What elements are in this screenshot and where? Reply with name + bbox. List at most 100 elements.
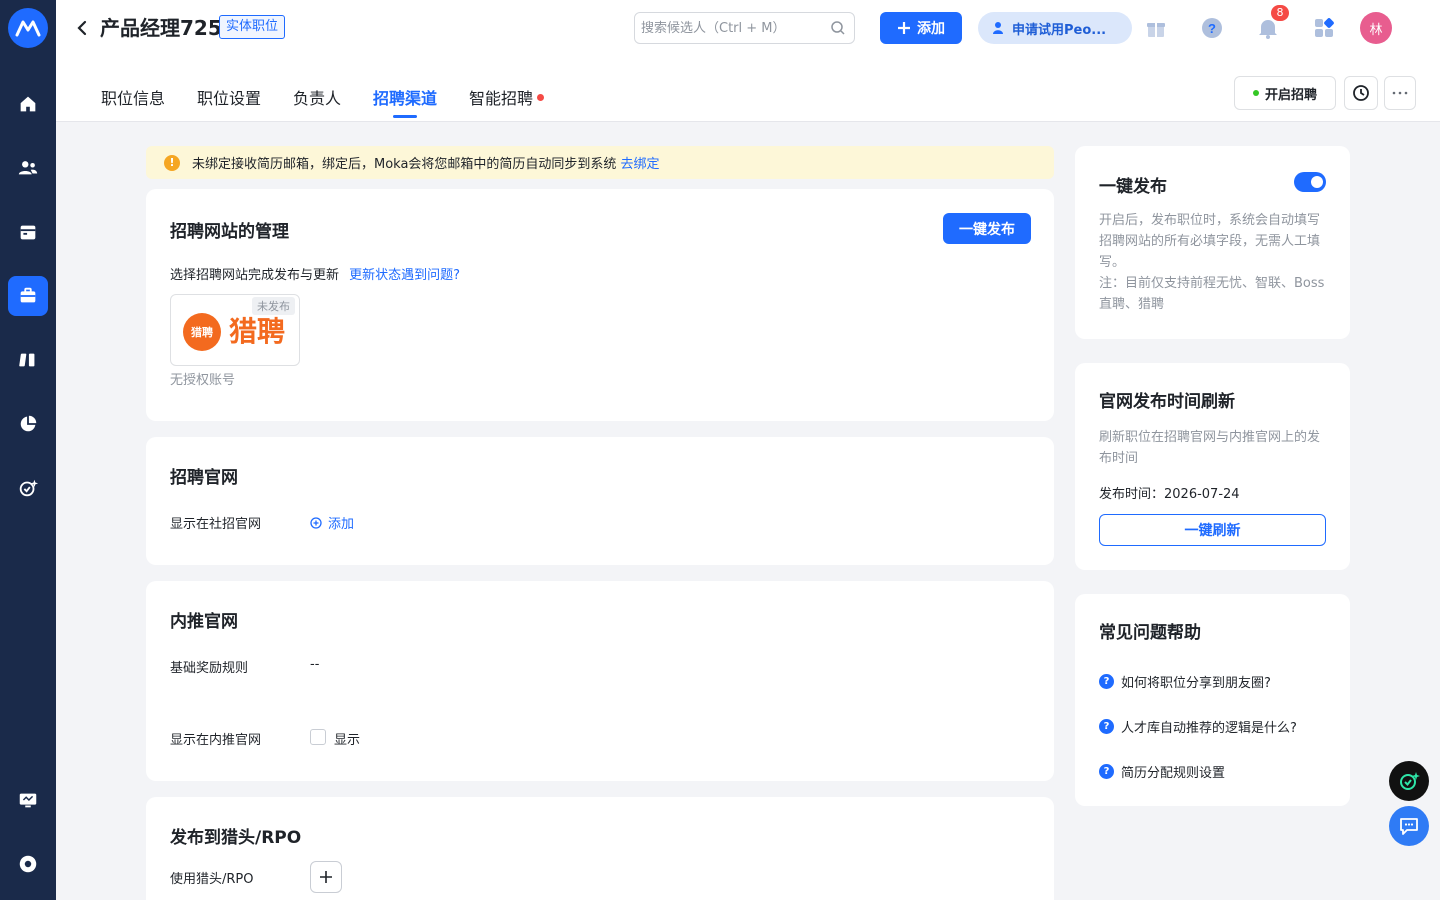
start-recruit-button[interactable]: 开启招聘: [1234, 76, 1336, 110]
faq-item-text: 简历分配规则设置: [1121, 766, 1226, 781]
apps-grid-icon[interactable]: [1310, 14, 1338, 42]
question-icon: ?: [1099, 674, 1114, 689]
user-plus-icon: [993, 22, 1003, 34]
nav-reports-icon[interactable]: [8, 404, 48, 444]
moka-logo[interactable]: [8, 8, 48, 48]
referral-show-label: 显示在内推官网: [170, 733, 262, 748]
more-icon: [1392, 91, 1408, 95]
referral-show-checkbox[interactable]: [310, 729, 326, 745]
tab-smart-recruit-label: 智能招聘: [469, 89, 534, 108]
plus-icon: [898, 22, 910, 34]
site-management-title: 招聘网站的管理: [170, 222, 289, 242]
one-click-publish-title: 一键发布: [1099, 177, 1167, 197]
publish-time-refresh-card: 官网发布时间刷新 刷新职位在招聘官网与内推官网上的发布时间 发布时间：2026-…: [1075, 363, 1350, 570]
update-help-link[interactable]: 更新状态遇到问题?: [349, 268, 460, 283]
top-bar: 产品经理725 实体职位 添加 申请试用Peo... ? 8 林: [56, 0, 1440, 56]
one-click-publish-toggle[interactable]: [1294, 172, 1326, 192]
referral-show-option: 显示: [334, 733, 361, 748]
warning-icon: !: [164, 154, 180, 171]
notification-count-badge: 8: [1271, 5, 1289, 21]
liepin-logo-icon: 猎聘: [183, 313, 221, 351]
question-icon: ?: [1099, 764, 1114, 779]
referral-site-card: 内推官网 基础奖励规则 -- 显示在内推官网 显示: [146, 581, 1054, 781]
official-site-add-label: 添加: [328, 517, 355, 532]
question-icon: ?: [1099, 719, 1114, 734]
official-site-add-button[interactable]: 添加: [310, 513, 354, 532]
history-button[interactable]: [1344, 76, 1378, 110]
tab-channels[interactable]: 招聘渠道: [373, 88, 437, 118]
help-icon[interactable]: ?: [1198, 14, 1226, 42]
tab-owner[interactable]: 负责人: [293, 88, 341, 110]
nav-ai-icon[interactable]: [8, 468, 48, 508]
search-input[interactable]: [635, 13, 815, 43]
add-button-label: 添加: [917, 21, 945, 37]
plus-circle-icon: [310, 516, 322, 529]
ai-assistant-button[interactable]: [1389, 761, 1429, 801]
one-click-refresh-button[interactable]: 一键刷新: [1099, 514, 1326, 546]
site-desc-text: 选择招聘网站完成发布与更新: [170, 268, 340, 283]
nav-calendar-icon[interactable]: [8, 212, 48, 252]
official-site-title: 招聘官网: [170, 468, 238, 488]
candidate-search[interactable]: [634, 12, 855, 44]
ai-sparkle-icon: [1400, 772, 1420, 790]
faq-title: 常见问题帮助: [1099, 623, 1201, 643]
moka-logo-icon: [15, 20, 41, 37]
official-site-label: 显示在社招官网: [170, 517, 262, 532]
liepin-site-card[interactable]: 猎聘 猎聘 未发布: [170, 294, 300, 366]
liepin-logo-text: 猎聘: [229, 315, 286, 348]
one-click-publish-desc: 开启后，发布职位时，系统会自动填写招聘网站的所有必填字段，无需人工填写。 注：目…: [1099, 210, 1329, 315]
gift-icon[interactable]: [1142, 14, 1170, 42]
email-bind-alert: ! 未绑定接收简历邮箱，绑定后，Moka会将您邮箱中的简历自动同步到系统 去绑定: [146, 146, 1054, 179]
site-management-desc: 选择招聘网站完成发布与更新 更新状态遇到问题?: [170, 264, 460, 283]
site-status-badge: 未发布: [252, 297, 295, 315]
nav-settings-icon[interactable]: [8, 844, 48, 884]
clock-icon: [1353, 85, 1369, 101]
tab-smart-recruit[interactable]: 智能招聘: [469, 88, 545, 110]
one-click-note-text: 注：目前仅支持前程无忧、智联、Boss直聘、猎聘: [1099, 276, 1325, 312]
headhunter-label: 使用猎头/RPO: [170, 872, 254, 887]
search-icon: [831, 21, 845, 35]
site-management-card: 招聘网站的管理 一键发布 选择招聘网站完成发布与更新 更新状态遇到问题? 猎聘 …: [146, 189, 1054, 421]
refresh-title: 官网发布时间刷新: [1099, 392, 1235, 412]
official-site-card: 招聘官网 显示在社招官网 添加: [146, 437, 1054, 565]
more-button[interactable]: [1384, 76, 1416, 110]
back-icon[interactable]: [74, 16, 90, 40]
job-type-tag: 实体职位: [219, 15, 286, 39]
job-title: 产品经理725: [100, 16, 222, 40]
new-dot: [537, 94, 545, 101]
status-dot: [1252, 90, 1259, 96]
add-button[interactable]: 添加: [880, 12, 962, 44]
chat-support-button[interactable]: [1389, 806, 1429, 846]
plus-icon: [320, 871, 332, 883]
svg-text:?: ?: [1208, 21, 1216, 36]
faq-item[interactable]: ? 简历分配规则设置: [1099, 762, 1225, 781]
faq-item-text: 人才库自动推荐的逻辑是什么?: [1121, 721, 1297, 736]
start-recruit-label: 开启招聘: [1264, 87, 1317, 103]
faq-item[interactable]: ? 如何将职位分享到朋友圈?: [1099, 672, 1271, 691]
nav-talent-pool-icon[interactable]: [8, 340, 48, 380]
one-click-publish-card: 一键发布 开启后，发布职位时，系统会自动填写招聘网站的所有必填字段，无需人工填写…: [1075, 146, 1350, 339]
nav-screen-icon[interactable]: [8, 780, 48, 820]
tab-job-settings[interactable]: 职位设置: [197, 88, 261, 110]
tab-job-info[interactable]: 职位信息: [101, 88, 165, 110]
sidebar: [0, 0, 56, 900]
add-headhunter-button[interactable]: [310, 861, 342, 893]
reward-rule-value: --: [310, 657, 320, 672]
trial-request-button[interactable]: 申请试用Peo...: [978, 12, 1132, 44]
tab-bar: 职位信息 职位设置 负责人 招聘渠道 智能招聘 开启招聘: [56, 56, 1440, 122]
site-account-status: 无授权账号: [170, 373, 236, 388]
faq-card: 常见问题帮助 ? 如何将职位分享到朋友圈? ? 人才库自动推荐的逻辑是什么? ?…: [1075, 594, 1350, 806]
headhunter-card: 发布到猎头/RPO 使用猎头/RPO: [146, 797, 1054, 900]
one-click-desc-text: 开启后，发布职位时，系统会自动填写招聘网站的所有必填字段，无需人工填写。: [1099, 213, 1321, 270]
avatar[interactable]: 林: [1360, 12, 1392, 44]
headhunter-title: 发布到猎头/RPO: [170, 828, 302, 848]
one-click-publish-button[interactable]: 一键发布: [943, 213, 1031, 244]
nav-jobs-icon[interactable]: [8, 276, 48, 316]
nav-home-icon[interactable]: [8, 84, 48, 124]
referral-site-title: 内推官网: [170, 612, 238, 632]
faq-item[interactable]: ? 人才库自动推荐的逻辑是什么?: [1099, 717, 1297, 736]
refresh-desc: 刷新职位在招聘官网与内推官网上的发布时间: [1099, 430, 1321, 466]
bind-email-link[interactable]: 去绑定: [620, 153, 659, 172]
nav-candidates-icon[interactable]: [8, 148, 48, 188]
reward-rule-label: 基础奖励规则: [170, 661, 249, 676]
